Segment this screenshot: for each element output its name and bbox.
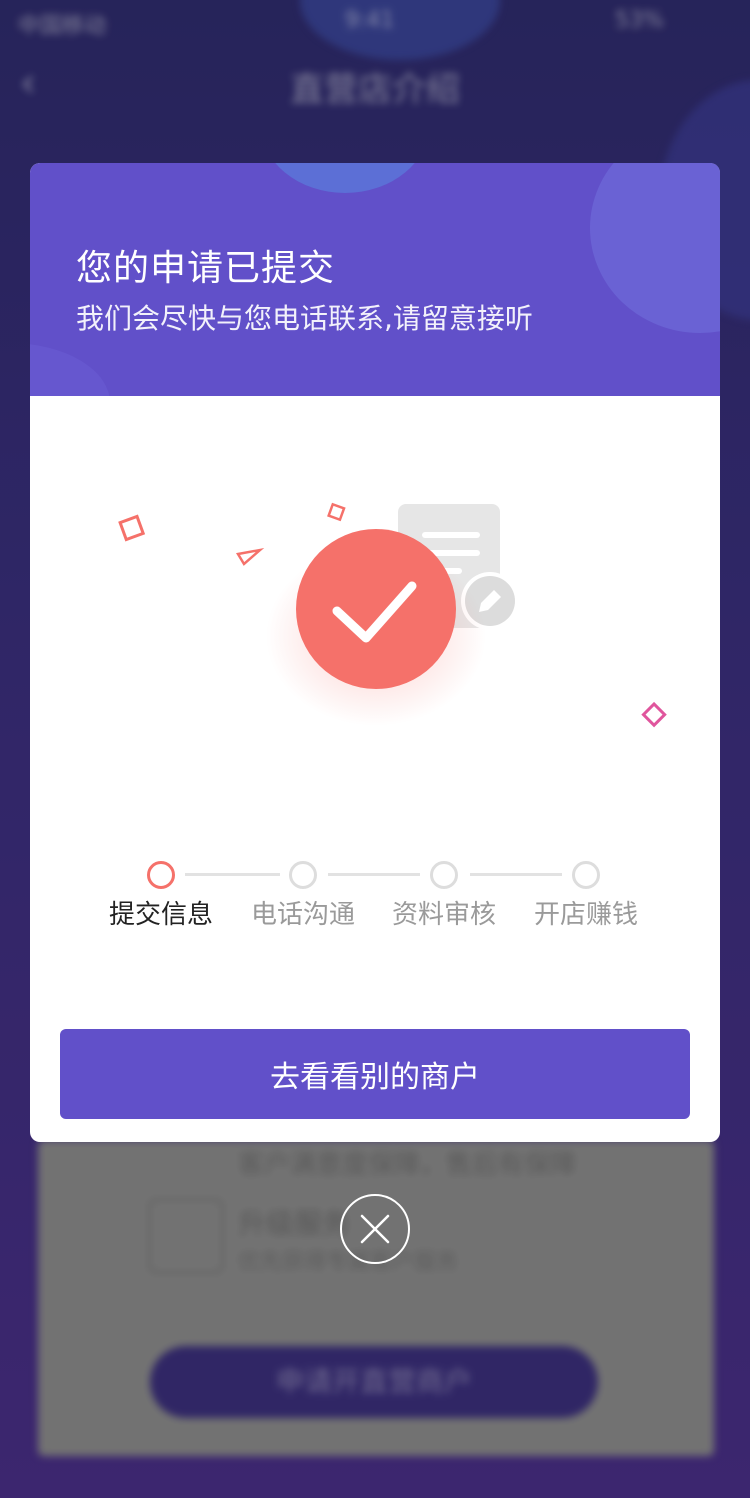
- step-connector: [328, 873, 420, 876]
- header-decor-circle: [30, 343, 110, 396]
- screen: 中国移动 9:41 53% ‹ 直营店介绍 客户满意度保障，售后有保障 升级服务…: [0, 0, 750, 1498]
- step-connector: [470, 873, 562, 876]
- step-label-open: 开店赚钱: [533, 900, 638, 930]
- header-decor-circle: [590, 163, 720, 333]
- step-dot-call: [289, 861, 317, 889]
- close-button[interactable]: [340, 1194, 410, 1264]
- modal-header: 您的申请已提交 我们会尽快与您电话联系,请留意接听: [30, 163, 720, 396]
- success-illustration: [118, 502, 667, 728]
- success-check-icon: [296, 529, 456, 689]
- progress-steps: 提交信息 电话沟通 资料审核 开店赚钱: [30, 858, 720, 938]
- modal-title: 您的申请已提交: [76, 248, 336, 289]
- step-dot-review: [430, 861, 458, 889]
- success-modal: 您的申请已提交 我们会尽快与您电话联系,请留意接听 提交信息 电话沟通 资料审核…: [30, 163, 720, 1142]
- step-label-review: 资料审核: [391, 900, 496, 930]
- close-icon: [360, 1214, 390, 1244]
- browse-other-merchants-button[interactable]: 去看看别的商户: [60, 1029, 690, 1119]
- step-connector: [185, 873, 280, 876]
- step-dot-open: [572, 861, 600, 889]
- modal-subtitle: 我们会尽快与您电话联系,请留意接听: [76, 302, 533, 335]
- step-dot-submit: [147, 861, 175, 889]
- step-label-call: 电话沟通: [250, 900, 355, 930]
- step-label-submit: 提交信息: [108, 900, 213, 930]
- header-decor-circle: [260, 163, 430, 193]
